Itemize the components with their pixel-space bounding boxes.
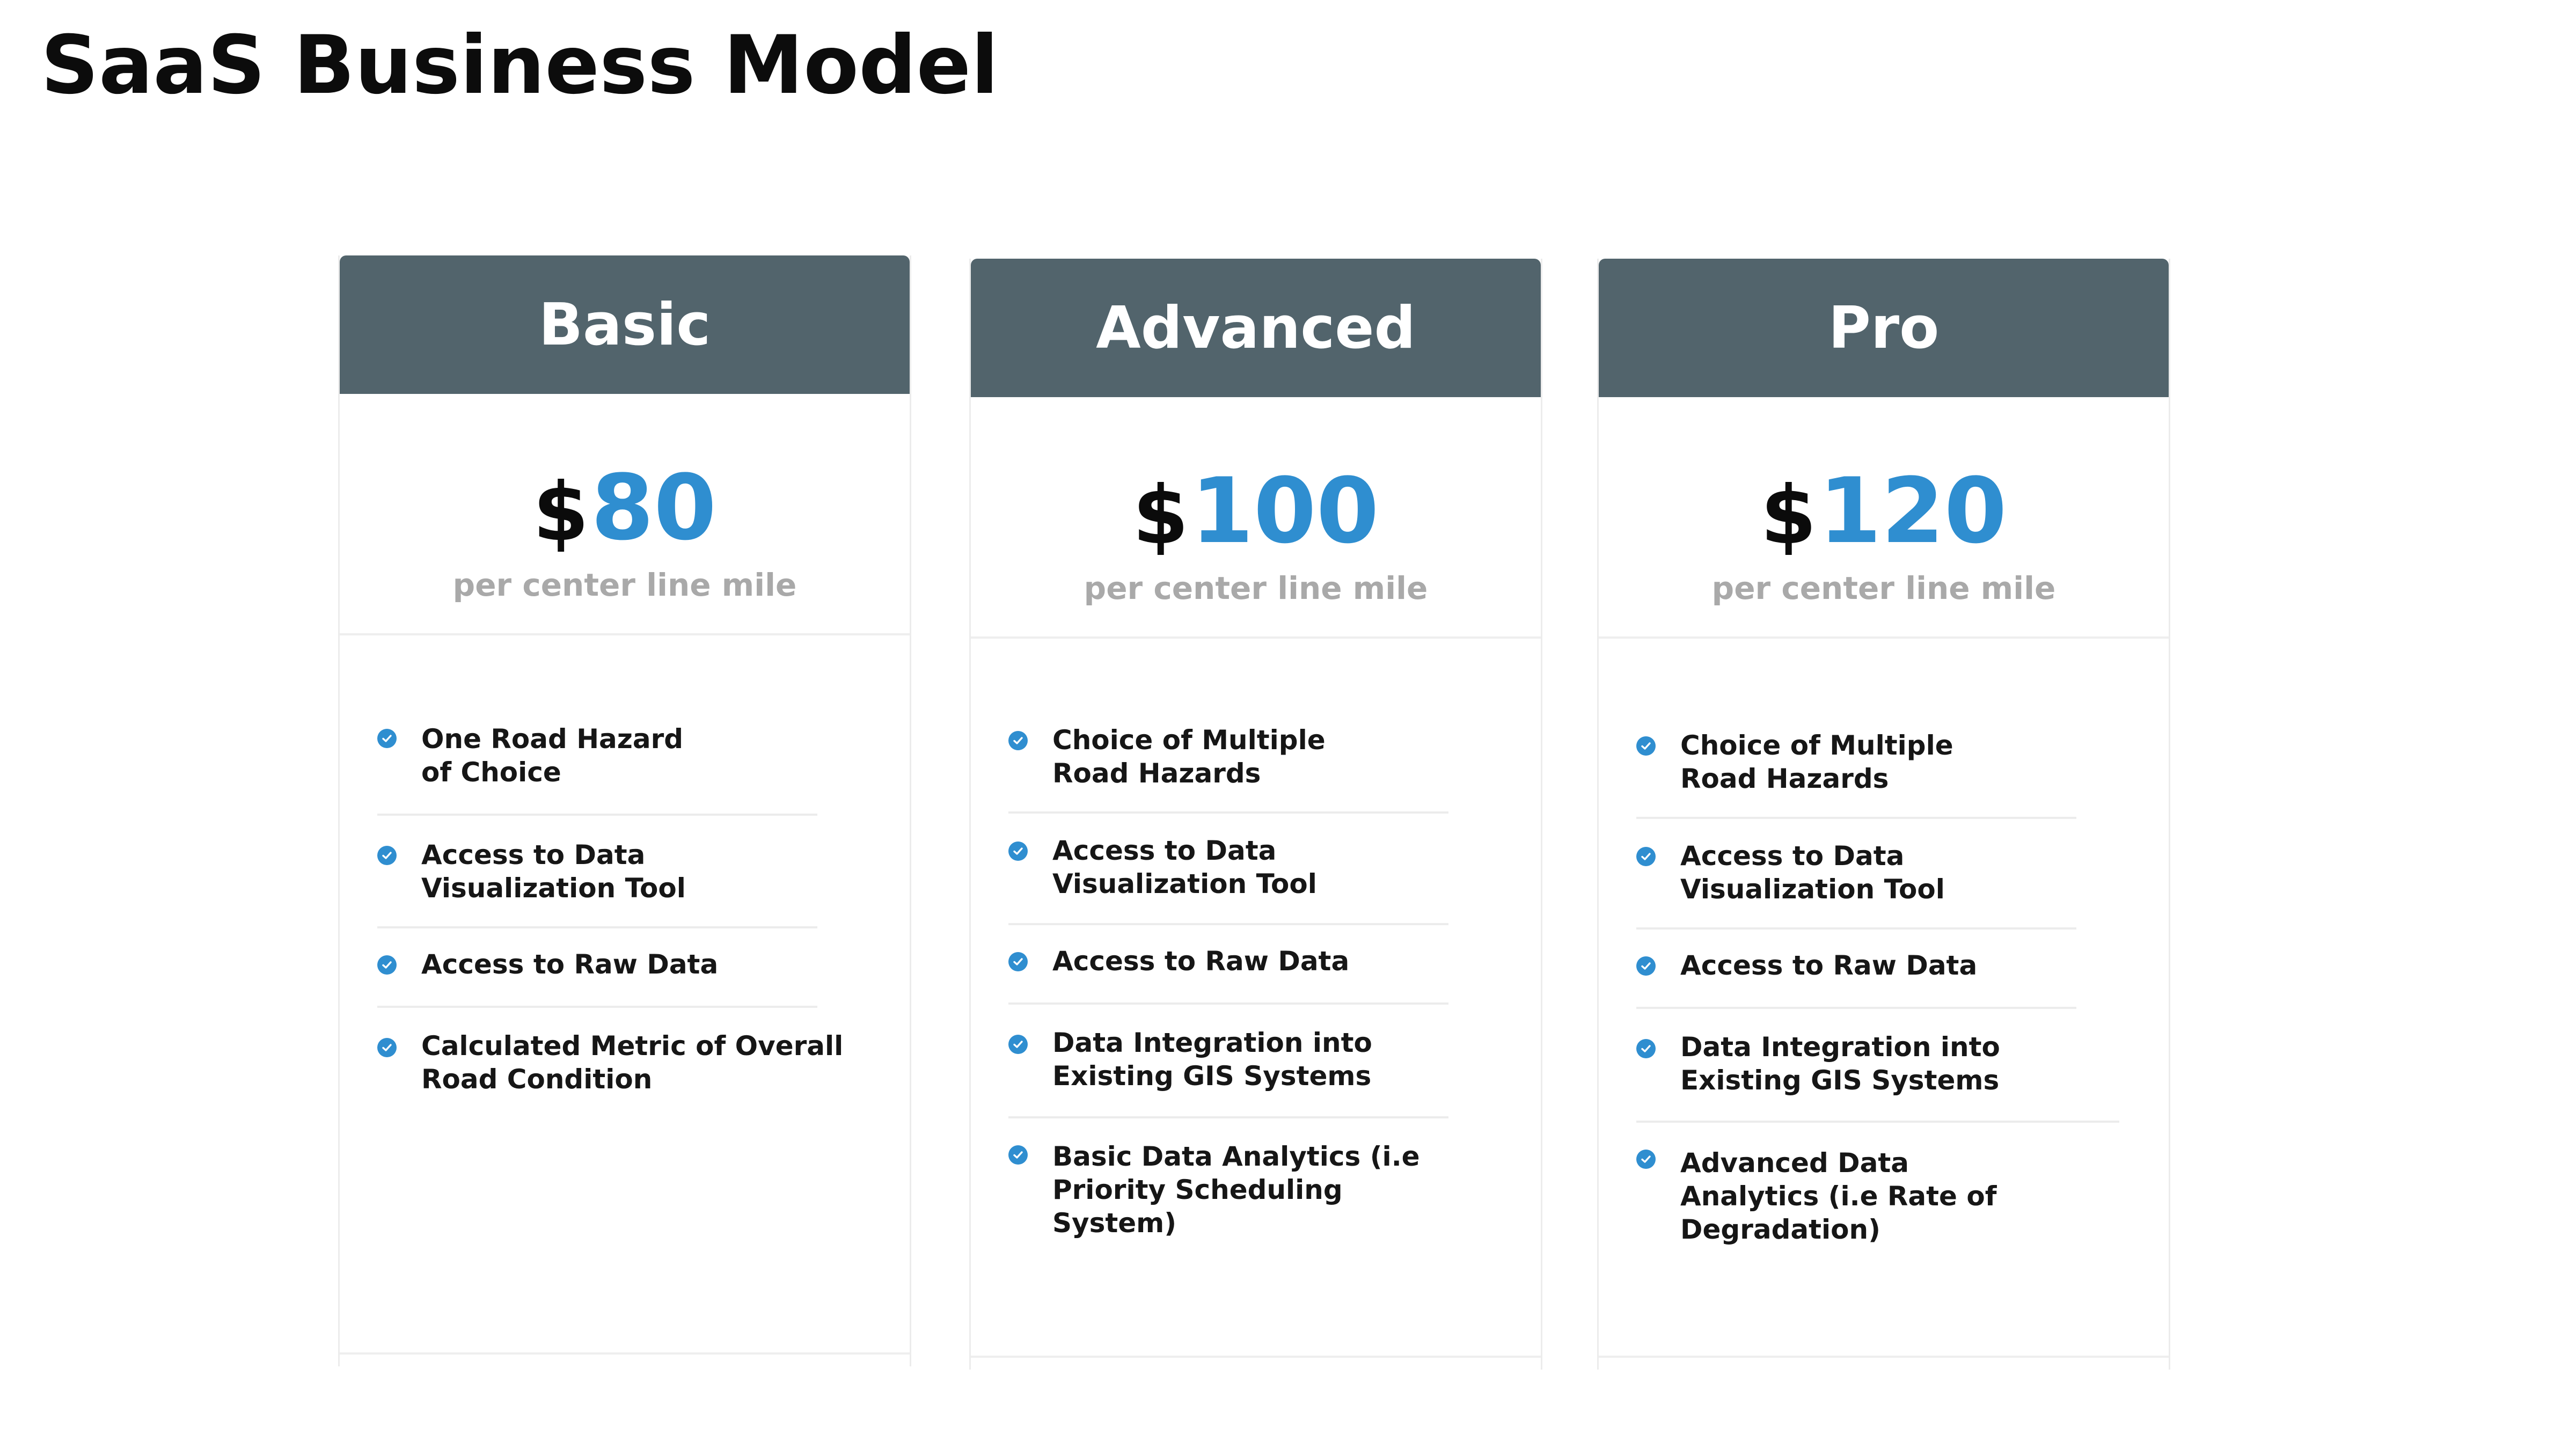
plan-card-advanced: Advanced $ 100 per center line mile Choi… — [969, 259, 1542, 1370]
price-block-advanced: $ 100 per center line mile — [971, 397, 1541, 639]
plan-price-pro: $ 120 — [1760, 466, 2007, 556]
check-circle-icon — [1636, 1150, 1656, 1169]
plan-price-basic: $ 80 — [533, 463, 716, 553]
feature-item: Access to Raw Data — [1008, 925, 1448, 1005]
check-circle-icon — [1636, 1039, 1656, 1058]
price-amount: 100 — [1190, 458, 1379, 564]
price-unit: per center line mile — [452, 567, 797, 603]
plan-header-basic: Basic — [340, 255, 910, 394]
feature-list-basic: One Road Hazard of Choice Access to Data… — [340, 720, 910, 1117]
feature-item: Calculated Metric of Overall Road Condit… — [377, 1008, 860, 1117]
price-amount: 120 — [1818, 458, 2007, 564]
price-block-pro: $ 120 per center line mile — [1599, 397, 2169, 639]
plan-header-advanced: Advanced — [971, 259, 1541, 397]
check-circle-icon — [377, 846, 397, 865]
feature-label: Access to Data Visualization Tool — [1052, 835, 1317, 899]
check-circle-icon — [377, 955, 397, 975]
page-title: SaaS Business Model — [41, 19, 999, 112]
price-currency: $ — [1760, 469, 1817, 562]
check-circle-icon — [1636, 736, 1656, 756]
plan-price-advanced: $ 100 — [1132, 466, 1379, 556]
feature-item: Access to Raw Data — [1636, 930, 2076, 1009]
price-unit: per center line mile — [1711, 570, 2056, 606]
feature-item: Access to Raw Data — [377, 928, 817, 1008]
feature-label: Access to Data Visualization Tool — [421, 839, 686, 904]
feature-item: One Road Hazard of Choice — [377, 720, 817, 816]
feature-list-pro: Choice of Multiple Road Hazards Access t… — [1599, 727, 2169, 1268]
feature-item: Access to Data Visualization Tool — [377, 816, 817, 928]
check-circle-icon — [377, 729, 397, 748]
feature-item: Advanced Data Analytics (i.e Rate of Deg… — [1636, 1123, 2119, 1268]
feature-label: Choice of Multiple Road Hazards — [1680, 730, 1953, 794]
check-circle-icon — [1636, 847, 1656, 866]
feature-item: Access to Data Visualization Tool — [1636, 819, 2076, 930]
plan-card-basic: Basic $ 80 per center line mile One Road… — [338, 255, 911, 1366]
check-circle-icon — [1008, 731, 1028, 750]
feature-item: Choice of Multiple Road Hazards — [1636, 727, 2076, 819]
price-amount: 80 — [591, 455, 717, 560]
price-currency: $ — [1132, 469, 1189, 562]
plan-header-pro: Pro — [1599, 259, 2169, 397]
feature-label: Access to Raw Data — [1680, 950, 1978, 981]
check-circle-icon — [1008, 952, 1028, 971]
feature-label: Access to Raw Data — [421, 949, 719, 980]
feature-label: Choice of Multiple Road Hazards — [1052, 724, 1326, 789]
feature-item: Choice of Multiple Road Hazards — [1008, 721, 1448, 814]
plan-card-pro: Pro $ 120 per center line mile Choice of… — [1597, 259, 2170, 1370]
feature-label: Data Integration into Existing GIS Syste… — [1680, 1031, 2000, 1096]
check-circle-icon — [377, 1038, 397, 1057]
feature-item: Basic Data Analytics (i.e Priority Sched… — [1008, 1118, 1491, 1261]
feature-label: Basic Data Analytics (i.e Priority Sched… — [1052, 1141, 1420, 1239]
card-divider — [340, 1352, 910, 1355]
price-currency: $ — [532, 466, 589, 559]
feature-item: Data Integration into Existing GIS Syste… — [1008, 1005, 1448, 1118]
feature-label: Access to Data Visualization Tool — [1680, 840, 1945, 905]
feature-item: Data Integration into Existing GIS Syste… — [1636, 1009, 2119, 1123]
price-block-basic: $ 80 per center line mile — [340, 394, 910, 635]
price-unit: per center line mile — [1084, 570, 1428, 606]
feature-label: Calculated Metric of Overall Road Condit… — [421, 1030, 844, 1095]
feature-list-advanced: Choice of Multiple Road Hazards Access t… — [971, 721, 1541, 1261]
feature-label: Data Integration into Existing GIS Syste… — [1052, 1027, 1372, 1092]
check-circle-icon — [1008, 841, 1028, 861]
card-divider — [971, 1356, 1541, 1358]
check-circle-icon — [1008, 1035, 1028, 1054]
card-divider — [1599, 1356, 2169, 1358]
check-circle-icon — [1636, 956, 1656, 976]
feature-label: Advanced Data Analytics (i.e Rate of Deg… — [1680, 1147, 1997, 1245]
feature-label: Access to Raw Data — [1052, 946, 1350, 977]
feature-label: One Road Hazard of Choice — [421, 723, 684, 788]
feature-item: Access to Data Visualization Tool — [1008, 814, 1448, 925]
check-circle-icon — [1008, 1145, 1028, 1165]
